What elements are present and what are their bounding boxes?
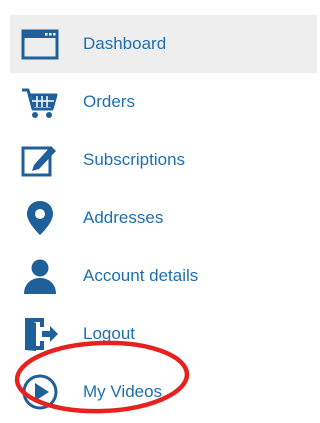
account-navigation: Dashboard Orders Subscriptions Addresses… (10, 15, 317, 423)
nav-item-label: Subscriptions (83, 150, 186, 169)
nav-item-logout[interactable]: Logout (10, 305, 317, 363)
nav-item-dashboard[interactable]: Dashboard (10, 15, 317, 73)
dashboard-icon (20, 25, 60, 63)
nav-item-label: My Videos (83, 382, 163, 401)
nav-item-orders[interactable]: Orders (10, 73, 317, 131)
user-icon (20, 257, 60, 295)
edit-icon (20, 141, 60, 179)
nav-item-label: Logout (83, 324, 135, 343)
cart-icon (20, 83, 60, 121)
nav-item-subscriptions[interactable]: Subscriptions (10, 131, 317, 189)
nav-item-account-details[interactable]: Account details (10, 247, 317, 305)
map-pin-icon (20, 199, 60, 237)
nav-item-label: Dashboard (83, 34, 167, 53)
nav-item-label: Addresses (83, 208, 164, 227)
play-circle-icon (20, 373, 60, 411)
nav-item-my-videos[interactable]: My Videos (10, 363, 317, 421)
nav-item-label: Account details (83, 266, 199, 285)
logout-icon (20, 315, 60, 353)
nav-item-label: Orders (83, 92, 135, 111)
nav-item-addresses[interactable]: Addresses (10, 189, 317, 247)
